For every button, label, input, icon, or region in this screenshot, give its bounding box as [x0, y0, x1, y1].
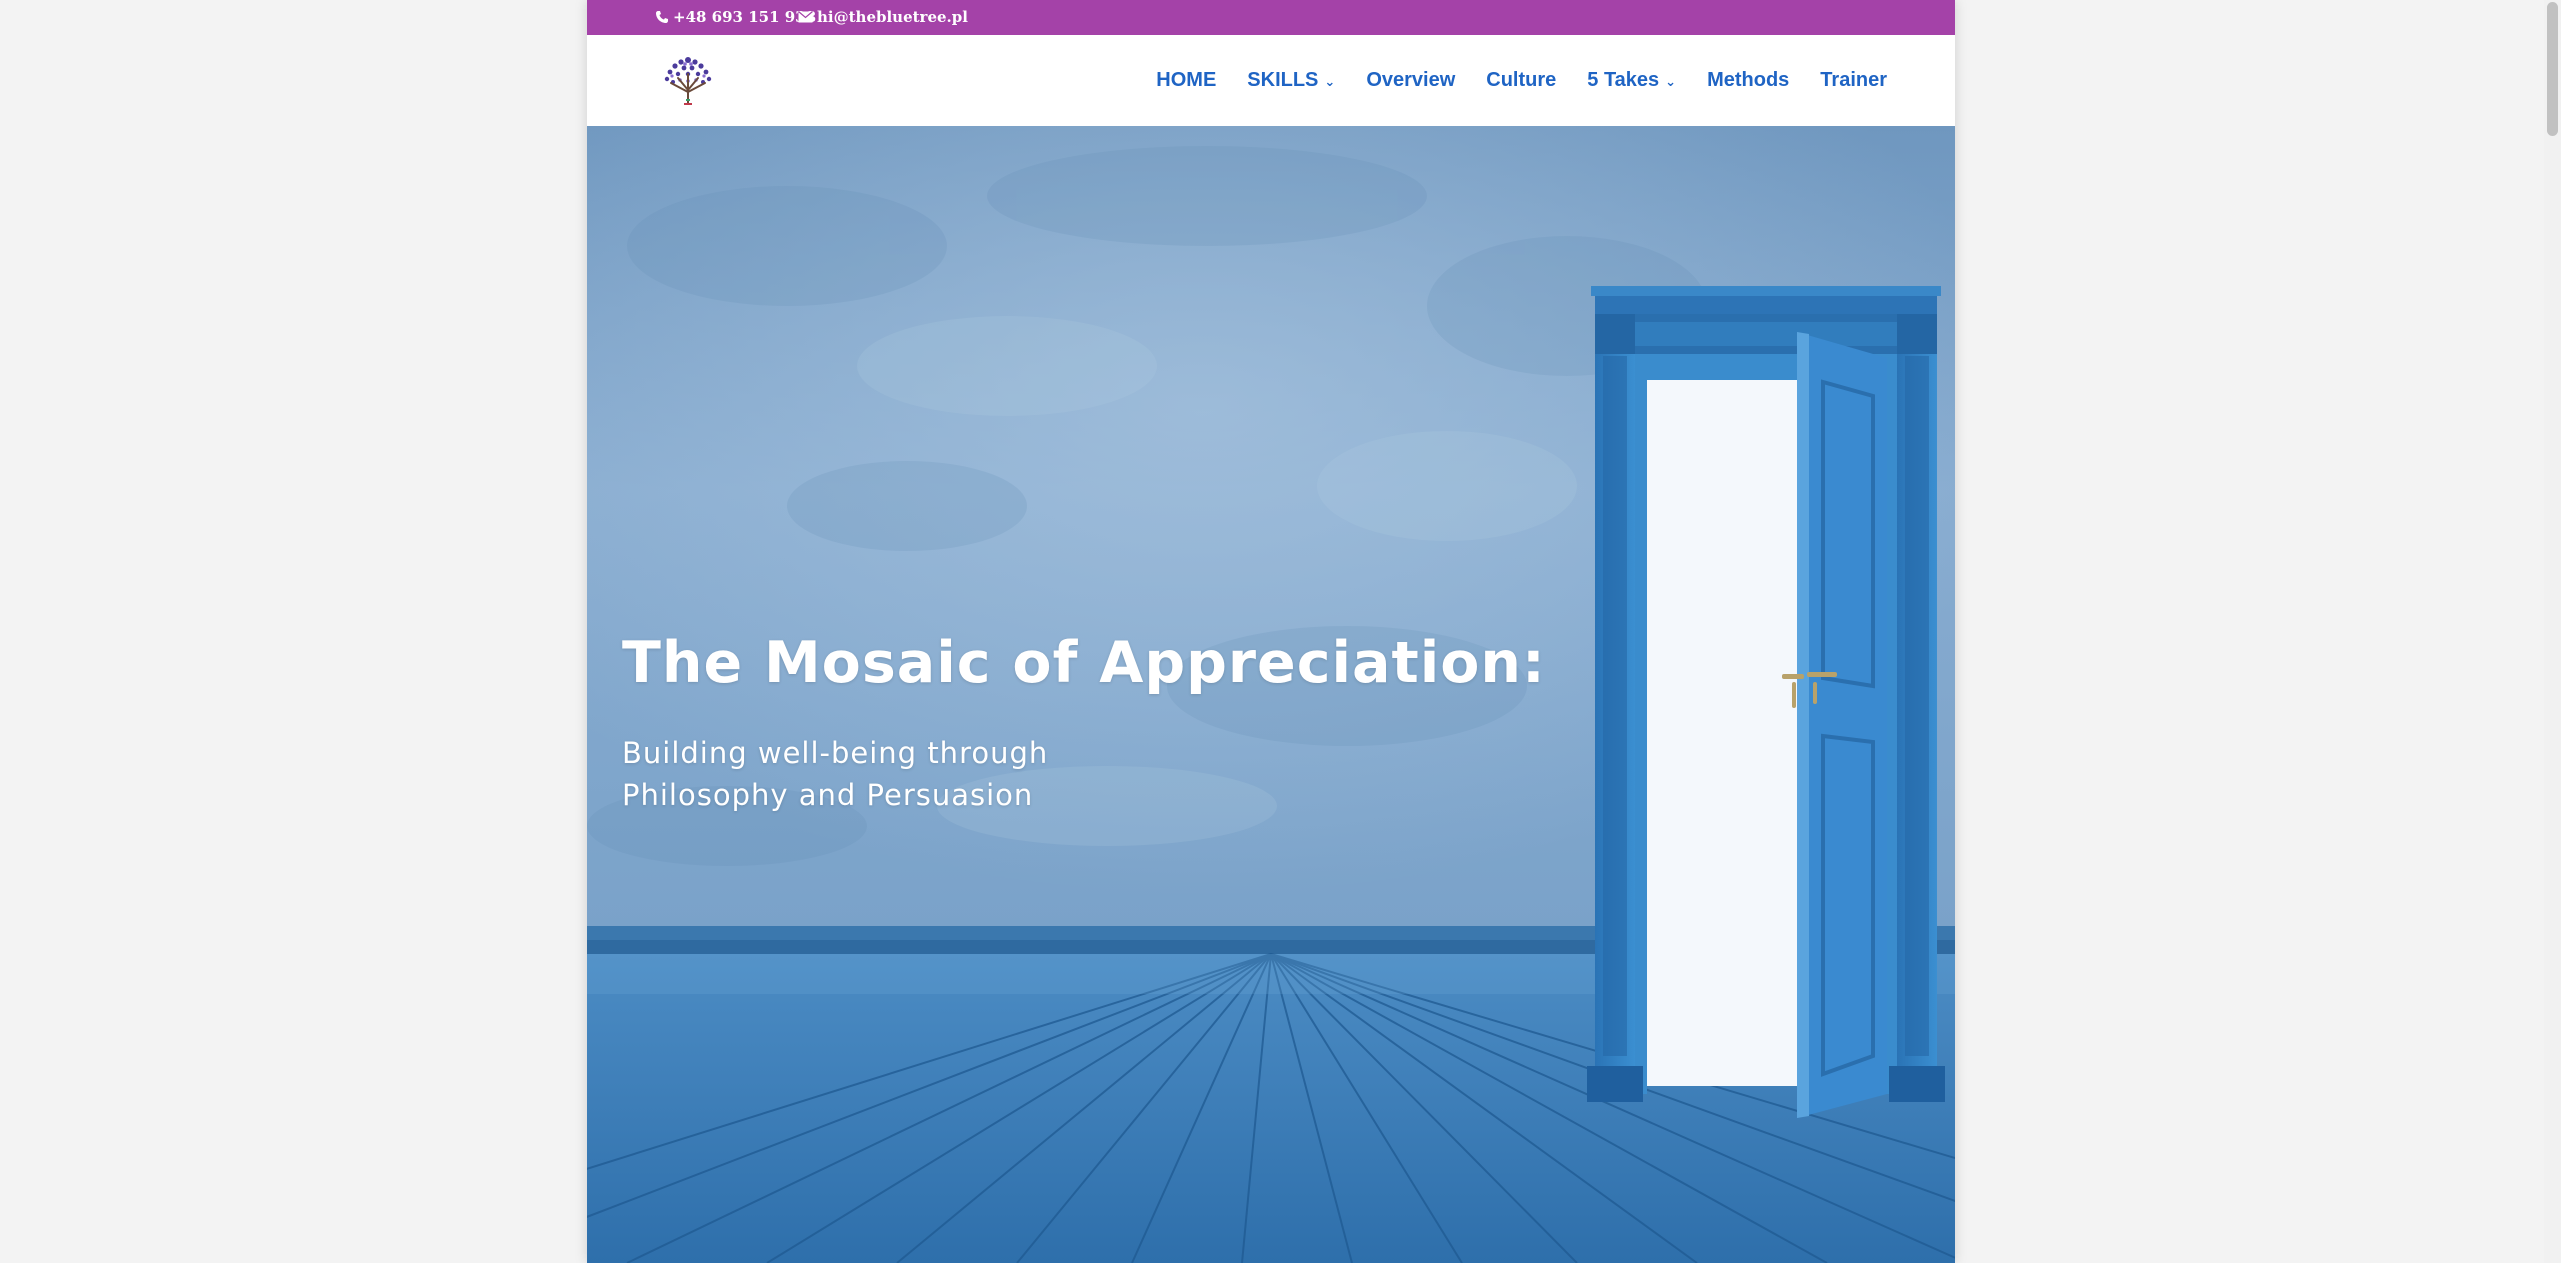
- hero-title: The Mosaic of Appreciation:: [622, 630, 1546, 696]
- main-navigation: HOME SKILLS ⌄ Overview Culture 5 Takes ⌄…: [1156, 35, 1887, 126]
- top-contact-bar: +48 693 151 938 hi@thebluetree.pl: [587, 0, 1955, 35]
- hero-subtitle: Building well-being through Philosophy a…: [622, 736, 1049, 812]
- nav-home-label: HOME: [1156, 69, 1217, 91]
- nav-home[interactable]: HOME: [1156, 69, 1216, 92]
- page-scrollbar[interactable]: [2544, 0, 2561, 1263]
- nav-culture-label: Culture: [1486, 69, 1557, 91]
- nav-methods[interactable]: Methods: [1707, 69, 1789, 92]
- nav-overview[interactable]: Overview: [1366, 69, 1455, 92]
- chevron-down-icon: ⌄: [1665, 73, 1677, 89]
- nav-5-takes-label: 5 Takes: [1587, 69, 1660, 91]
- phone-icon: [656, 11, 668, 23]
- site-logo[interactable]: [658, 52, 718, 106]
- page-container: +48 693 151 938 hi@thebluetree.pl HOME S…: [587, 0, 1955, 1263]
- nav-5-takes[interactable]: 5 Takes ⌄: [1587, 69, 1676, 92]
- site-header: HOME SKILLS ⌄ Overview Culture 5 Takes ⌄…: [587, 35, 1955, 126]
- phone-number: +48 693 151 938: [673, 8, 817, 26]
- nav-culture[interactable]: Culture: [1486, 69, 1556, 92]
- nav-skills-label: SKILLS: [1247, 69, 1319, 91]
- hero-section: The Mosaic of Appreciation: Building wel…: [587, 126, 1955, 1263]
- email-contact[interactable]: hi@thebluetree.pl: [798, 8, 968, 26]
- nav-trainer[interactable]: Trainer: [1820, 69, 1887, 92]
- envelope-icon: [798, 11, 813, 23]
- nav-skills[interactable]: SKILLS ⌄: [1247, 69, 1335, 92]
- chevron-down-icon: ⌄: [1324, 73, 1336, 89]
- email-address: hi@thebluetree.pl: [817, 8, 968, 26]
- scrollbar-thumb[interactable]: [2547, 2, 2558, 136]
- nav-methods-label: Methods: [1707, 69, 1790, 91]
- tree-logo-icon: [664, 57, 712, 105]
- nav-overview-label: Overview: [1366, 69, 1456, 91]
- phone-contact[interactable]: +48 693 151 938: [655, 8, 816, 26]
- nav-trainer-label: Trainer: [1820, 69, 1887, 91]
